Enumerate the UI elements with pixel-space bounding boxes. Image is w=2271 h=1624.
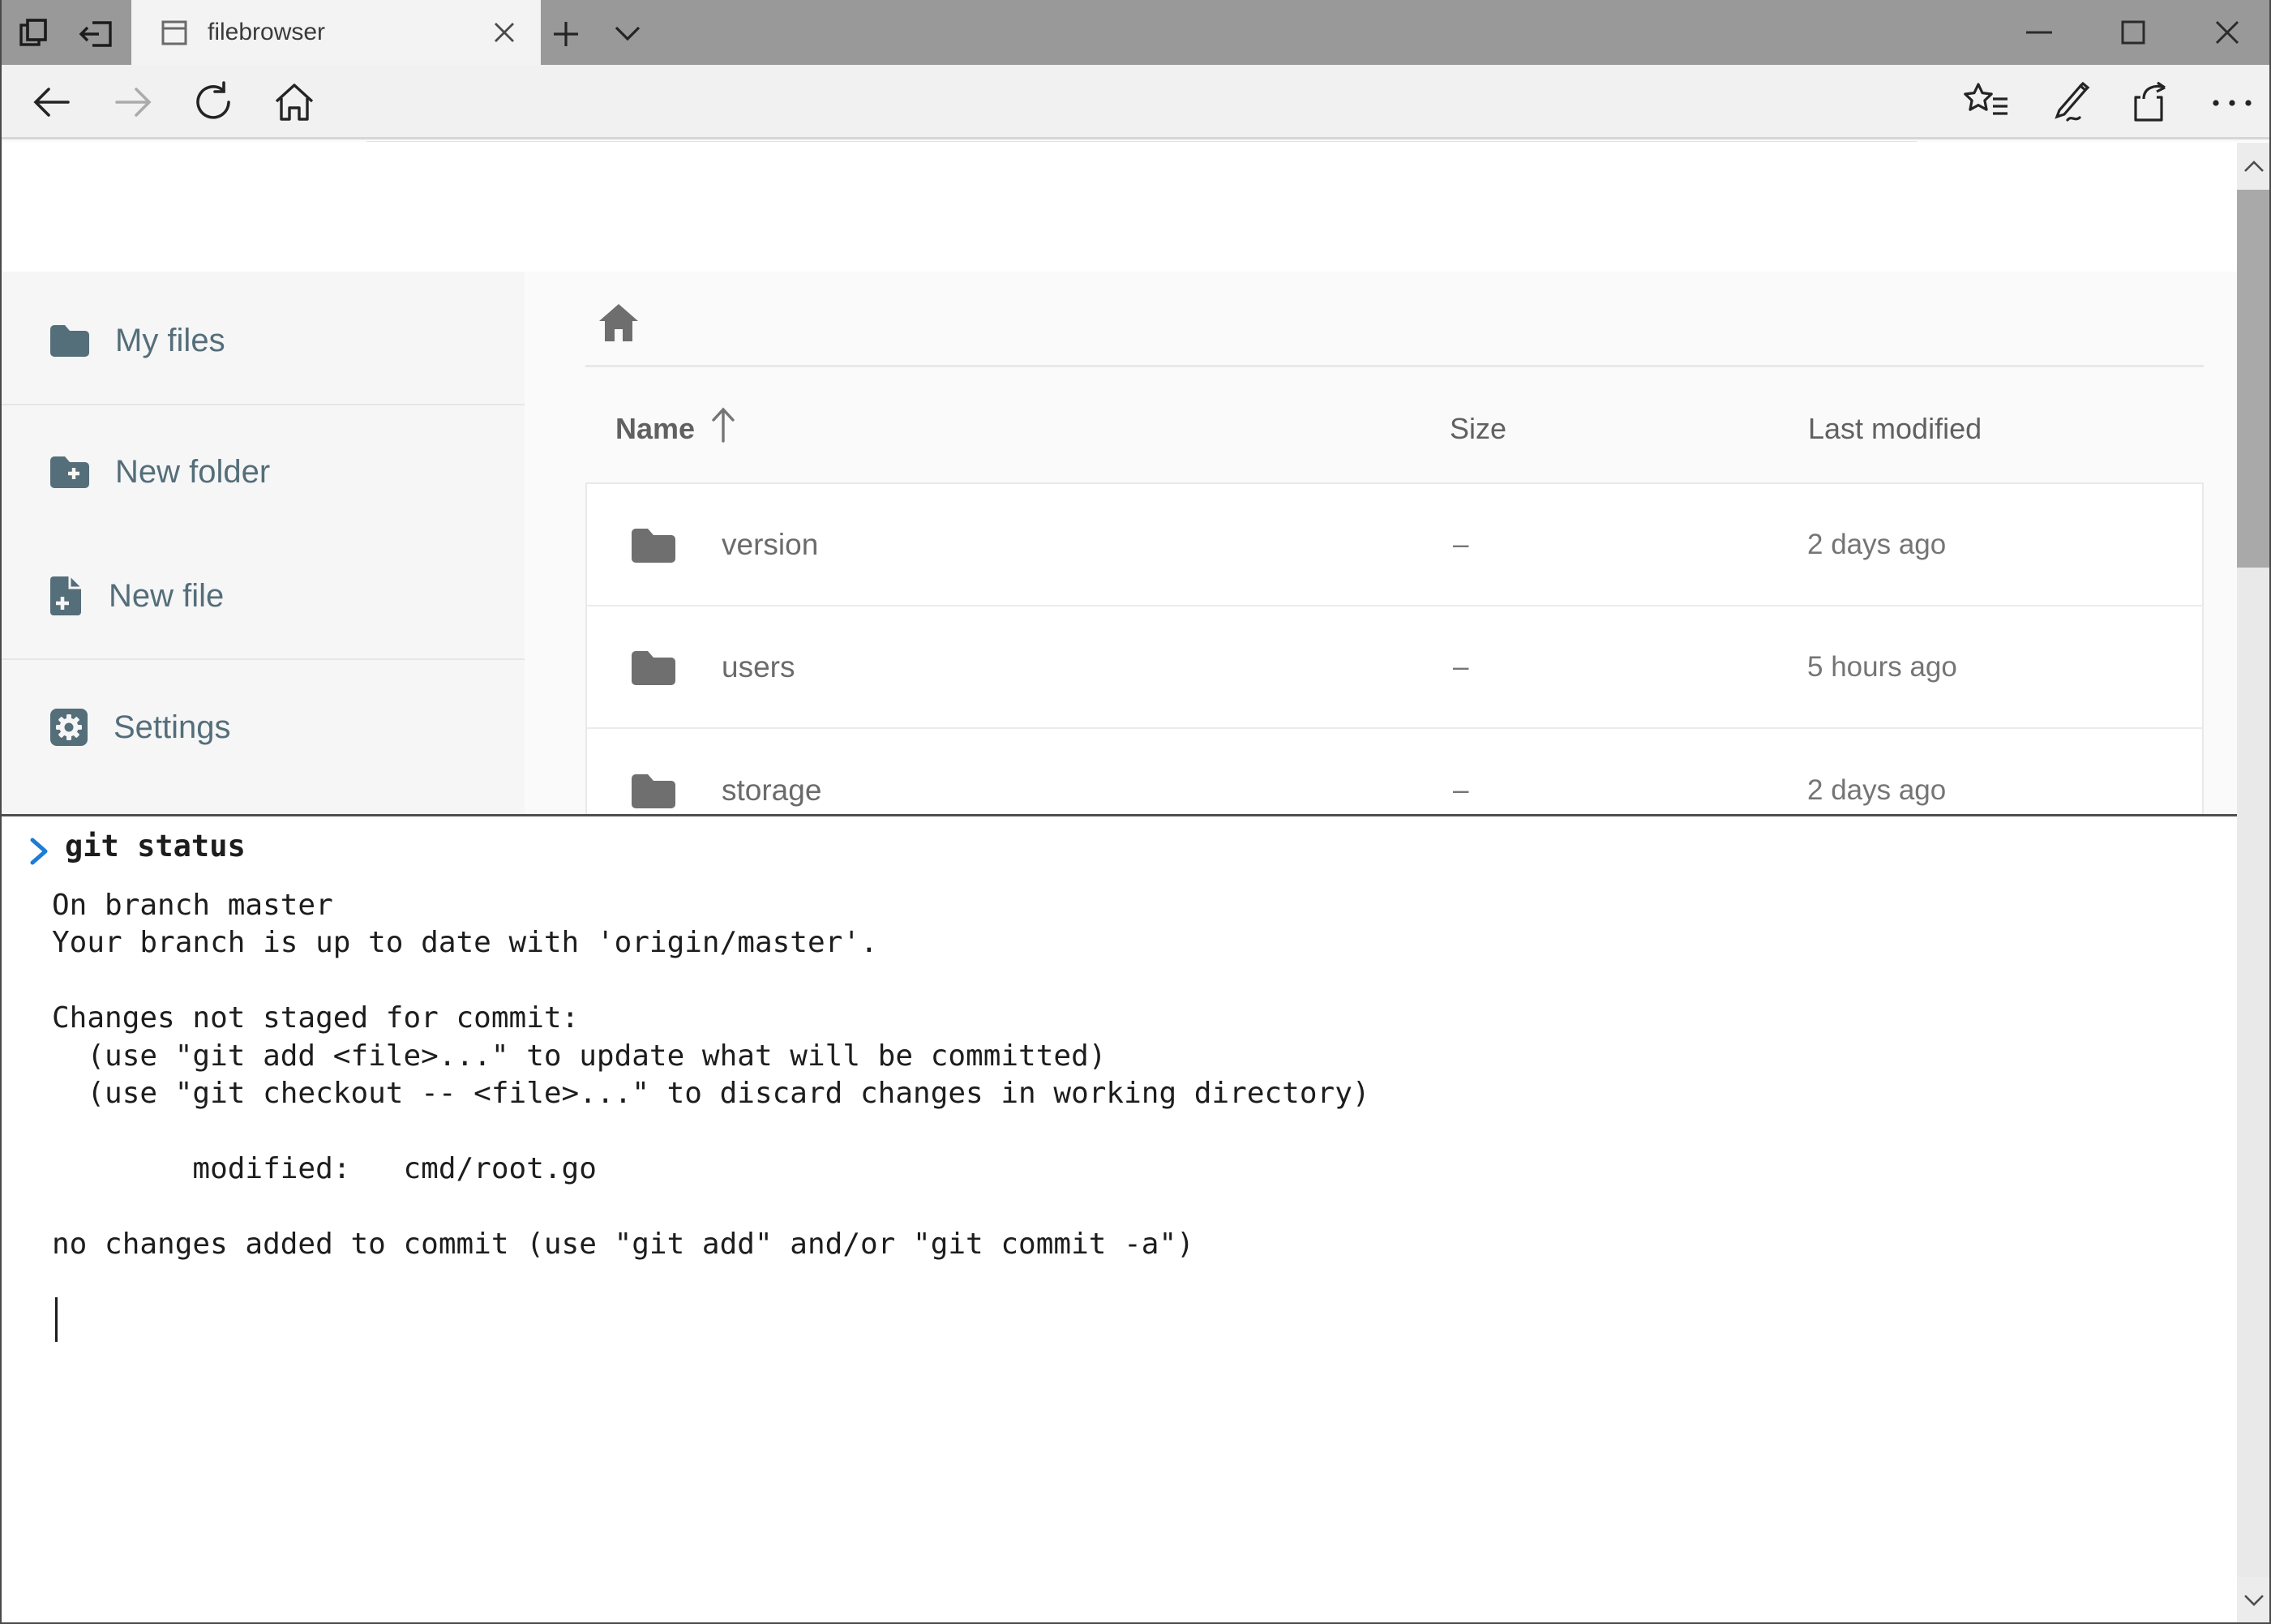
sidebar-item-label: New file xyxy=(109,578,224,615)
breadcrumb-home-icon[interactable] xyxy=(596,300,641,345)
terminal-command: git status xyxy=(65,829,246,863)
column-header-name[interactable]: Name xyxy=(615,412,695,446)
file-name: storage xyxy=(722,773,821,808)
hub-favorites-icon[interactable] xyxy=(1957,79,2014,125)
sidebar-item-new-file[interactable]: New file xyxy=(2,551,525,641)
sidebar-item-label: My files xyxy=(115,323,225,359)
share-icon[interactable] xyxy=(2126,78,2179,126)
active-tab[interactable]: filebrowser xyxy=(131,0,541,65)
folder-plus-icon xyxy=(49,454,91,490)
new-tab-icon[interactable] xyxy=(550,18,582,50)
folder-icon xyxy=(630,525,677,564)
refresh-icon[interactable] xyxy=(190,79,238,125)
file-size: – xyxy=(1453,651,1468,683)
file-modified: 2 days ago xyxy=(1807,529,1946,561)
folder-icon xyxy=(49,323,91,358)
minimize-button[interactable] xyxy=(2011,15,2067,50)
terminal-cursor xyxy=(55,1297,58,1342)
home-icon[interactable] xyxy=(269,78,319,126)
scrollbar-thumb[interactable] xyxy=(2237,190,2271,568)
sidebar-item-label: New folder xyxy=(115,454,270,491)
settings-gear-icon xyxy=(49,707,89,748)
scroll-up-button[interactable] xyxy=(2237,143,2271,190)
page-scrollbar[interactable] xyxy=(2237,143,2271,1624)
file-row-version[interactable]: version – 2 days ago xyxy=(587,484,2202,606)
sort-ascending-icon[interactable] xyxy=(705,405,741,444)
close-window-button[interactable] xyxy=(2199,8,2256,57)
file-row-users[interactable]: users – 5 hours ago xyxy=(587,606,2202,729)
file-modified: 2 days ago xyxy=(1807,774,1946,807)
scroll-down-button[interactable] xyxy=(2237,1577,2271,1624)
sidebar-divider xyxy=(2,404,525,405)
sidebar-item-my-files[interactable]: My files xyxy=(2,296,525,385)
file-name: version xyxy=(722,528,818,562)
sidebar-divider xyxy=(2,658,525,660)
file-size: – xyxy=(1453,774,1468,807)
page-icon xyxy=(159,17,190,48)
tab-title: filebrowser xyxy=(208,19,492,46)
close-tab-icon[interactable] xyxy=(492,20,516,45)
web-note-icon[interactable] xyxy=(2042,78,2095,126)
sidebar: My files New folder New file xyxy=(2,272,525,814)
back-icon[interactable] xyxy=(28,79,76,125)
file-plus-icon xyxy=(49,575,84,617)
set-tabs-aside-icon[interactable] xyxy=(76,15,117,52)
terminal-output: On branch master Your branch is up to da… xyxy=(52,887,1370,1263)
tab-list-chevron-icon[interactable] xyxy=(611,23,644,45)
sidebar-item-label: Settings xyxy=(114,709,231,746)
folder-icon xyxy=(630,771,677,810)
titlebar: filebrowser xyxy=(2,0,2271,65)
sidebar-item-settings[interactable]: Settings xyxy=(2,683,525,772)
browser-window: filebrowser xyxy=(0,0,2271,1624)
sidebar-item-new-folder[interactable]: New folder xyxy=(2,427,525,516)
column-header-modified[interactable]: Last modified xyxy=(1808,412,1982,446)
tab-preview-icon[interactable] xyxy=(16,15,54,52)
folder-icon xyxy=(630,648,677,687)
navbar: filebrowser.web/files/ xyxy=(2,65,2271,139)
file-name: users xyxy=(722,650,795,684)
column-header-size[interactable]: Size xyxy=(1450,412,1506,446)
file-size: – xyxy=(1453,529,1468,561)
terminal-prompt-icon xyxy=(26,835,54,868)
breadcrumb-divider xyxy=(585,365,2204,367)
maximize-button[interactable] xyxy=(2105,8,2162,57)
file-modified: 5 hours ago xyxy=(1807,651,1957,683)
app-header: Search... xyxy=(2,142,2271,272)
more-icon[interactable] xyxy=(2204,89,2260,117)
forward-icon[interactable] xyxy=(109,79,157,125)
